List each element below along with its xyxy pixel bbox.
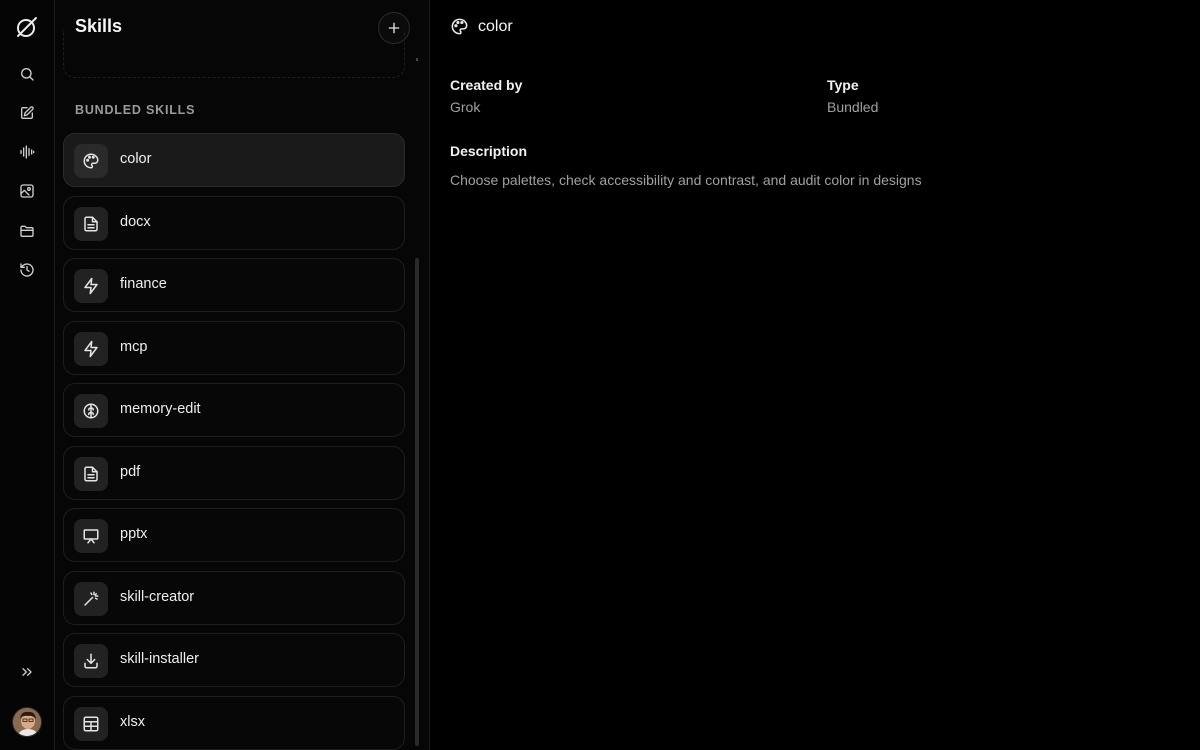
skill-name: pdf: [120, 463, 141, 480]
skill-item-xlsx[interactable]: xlsx: [63, 695, 405, 750]
search-icon: [21, 68, 34, 81]
skill-item-pdf[interactable]: pdf: [63, 445, 405, 500]
type-value: Bundled: [827, 99, 879, 115]
folder-icon: [20, 225, 34, 237]
presentation-icon: [74, 519, 108, 553]
skill-item-mcp[interactable]: mcp: [63, 320, 405, 375]
skill-name: memory-edit: [120, 401, 201, 417]
imagine-button[interactable]: [13, 177, 41, 205]
skill-name: xlsx: [120, 713, 145, 730]
voice-icon: [20, 145, 35, 159]
palette-icon: [451, 18, 468, 35]
avatar[interactable]: [12, 707, 42, 737]
skills-panel: Skills BUNDLED SKILLS color docx finance…: [55, 0, 430, 750]
created-by-label: Created by: [450, 77, 523, 93]
lightning-icon: [74, 269, 108, 303]
scrolled-card-edge: [63, 30, 405, 78]
magic-wand-icon: [74, 581, 108, 616]
new-chat-button[interactable]: [13, 99, 41, 127]
type-label: Type: [827, 77, 859, 93]
edit-icon: [21, 106, 34, 119]
chevrons-right-icon: [22, 668, 32, 676]
image-icon: [20, 184, 34, 198]
history-button[interactable]: [13, 256, 41, 284]
skill-name: finance: [120, 276, 167, 292]
history-icon: [20, 263, 34, 277]
skill-item-skill-installer[interactable]: skill-installer: [63, 633, 405, 687]
detail-header: color: [450, 17, 513, 36]
description-label: Description: [450, 143, 528, 159]
search-button[interactable]: [13, 60, 41, 88]
lightning-icon: [74, 331, 108, 366]
skill-item-pptx[interactable]: pptx: [63, 508, 405, 562]
brain-icon: [74, 394, 108, 428]
skill-name: skill-creator: [120, 588, 195, 605]
skill-item-color[interactable]: color: [63, 133, 405, 187]
projects-button[interactable]: [13, 217, 41, 245]
detail-title: color: [478, 17, 513, 35]
scroll-arrow[interactable]: [416, 58, 418, 61]
grok-logo-icon[interactable]: [15, 15, 39, 39]
skill-name: skill-installer: [120, 651, 199, 667]
skill-item-finance[interactable]: finance: [63, 258, 405, 312]
skill-item-docx[interactable]: docx: [63, 195, 405, 250]
download-icon: [74, 644, 108, 678]
skill-item-skill-creator[interactable]: skill-creator: [63, 570, 405, 625]
left-rail: [0, 0, 55, 750]
created-by-value: Grok: [450, 99, 481, 115]
expand-sidebar-button[interactable]: [13, 658, 41, 686]
section-heading: BUNDLED SKILLS: [75, 103, 196, 117]
skill-name: pptx: [120, 526, 148, 542]
skill-name: docx: [120, 213, 151, 230]
voice-button[interactable]: [13, 138, 41, 166]
scrollbar[interactable]: [415, 258, 419, 746]
skill-name: mcp: [120, 338, 148, 355]
description-value: Choose palettes, check accessibility and…: [450, 172, 922, 188]
palette-icon: [74, 144, 108, 178]
skill-item-memory-edit[interactable]: memory-edit: [63, 383, 405, 437]
table-icon: [74, 706, 108, 741]
document-icon: [74, 206, 108, 241]
document-icon: [74, 456, 108, 491]
skill-name: color: [120, 151, 152, 167]
skill-detail: color Created by Grok Type Bundled Descr…: [430, 0, 1200, 750]
